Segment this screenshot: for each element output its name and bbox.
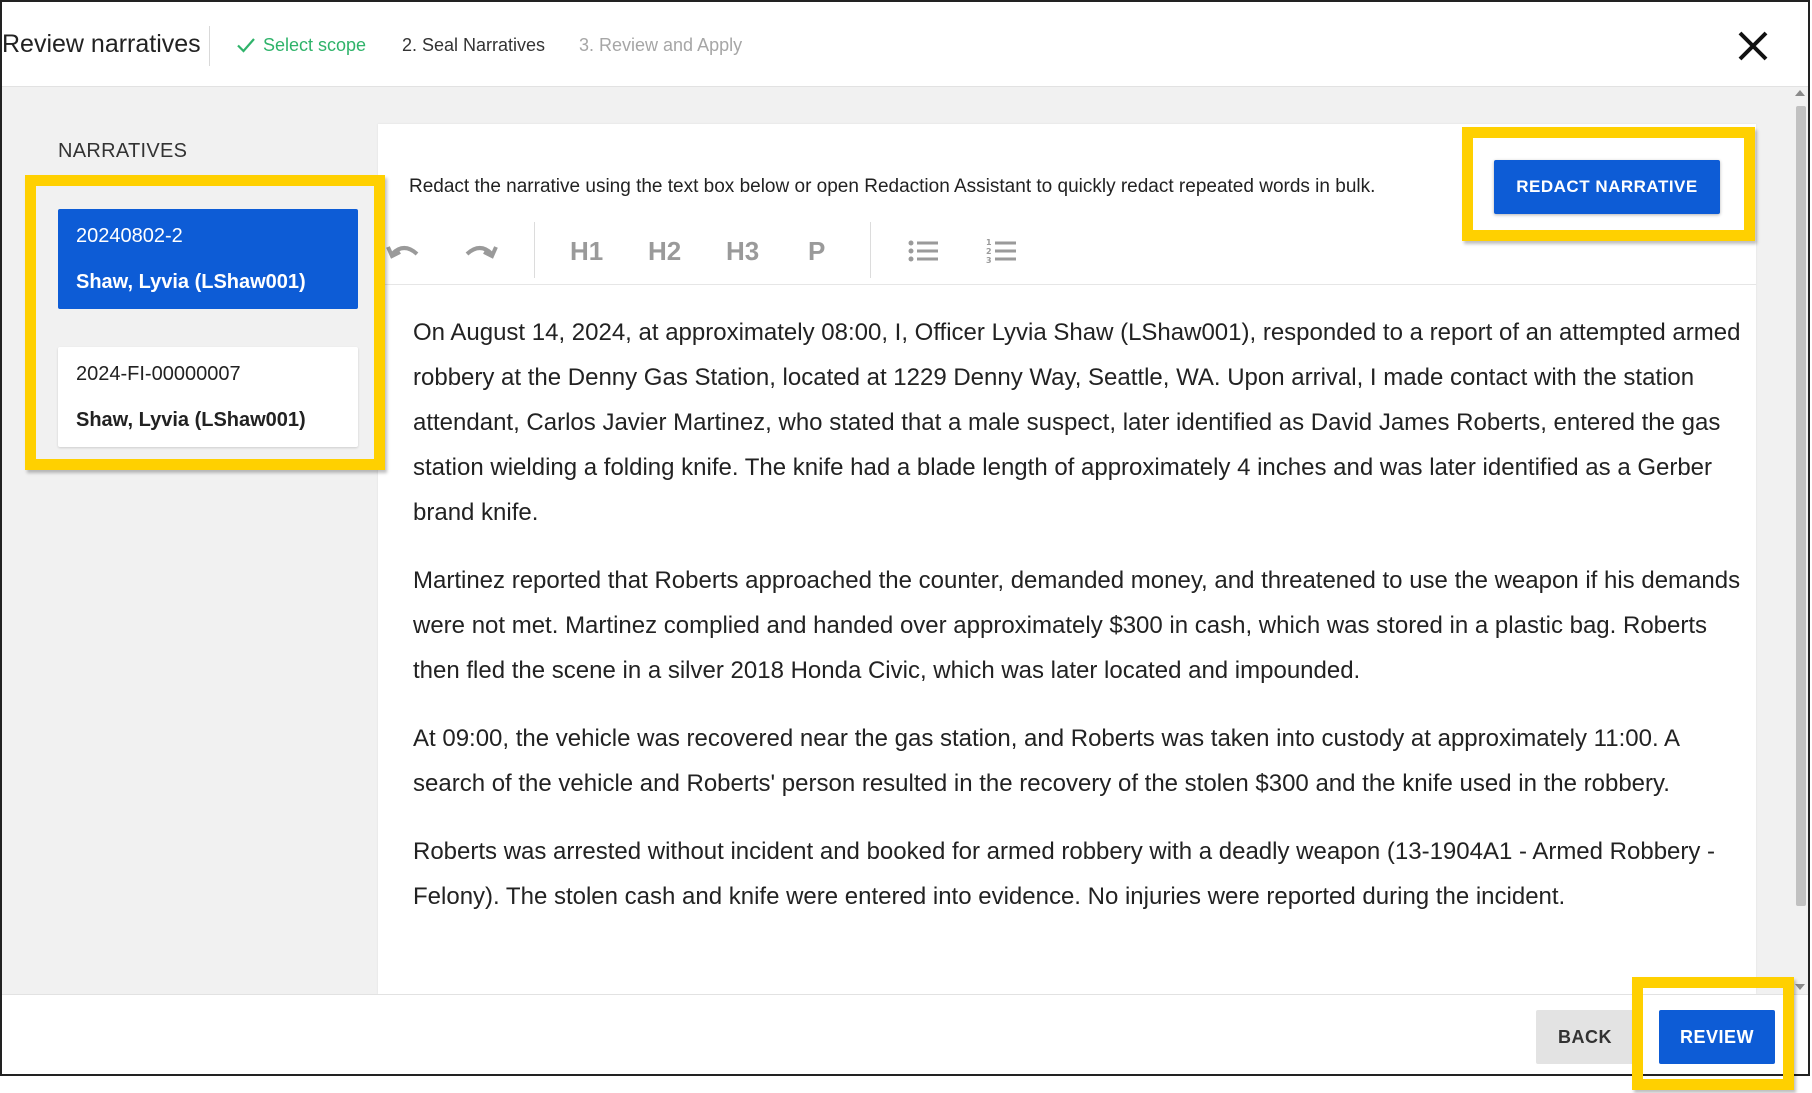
- redo-icon: [465, 246, 498, 259]
- step-seal-narratives: 2. Seal Narratives: [402, 35, 546, 55]
- vertical-scrollbar[interactable]: [1792, 88, 1808, 992]
- narrative-card-selected[interactable]: 20240802-2 Shaw, Lyvia (LShaw001): [58, 209, 358, 309]
- checkmark-icon: [237, 38, 255, 53]
- scroll-up-arrow-icon[interactable]: [1795, 90, 1805, 96]
- narrative-paragraph: Martinez reported that Roberts approache…: [413, 567, 1741, 684]
- scroll-thumb[interactable]: [1796, 106, 1806, 906]
- narrative-author: Shaw, Lyvia (LShaw001): [76, 409, 306, 431]
- narrative-author: Shaw, Lyvia (LShaw001): [76, 271, 306, 293]
- svg-text:1: 1: [986, 238, 992, 247]
- toolbar-divider: [870, 222, 871, 278]
- undo-icon: [386, 246, 419, 259]
- editor-toolbar: H1 H2 H3 P 123: [378, 218, 1756, 285]
- heading1-button[interactable]: H1: [570, 234, 603, 268]
- narrative-paragraph: At 09:00, the vehicle was recovered near…: [413, 725, 1679, 797]
- review-button[interactable]: REVIEW: [1659, 1010, 1775, 1064]
- dialog-footer: BACK REVIEW: [2, 994, 1808, 1074]
- header-divider: [209, 26, 210, 66]
- step-label: Select scope: [263, 35, 367, 55]
- bulleted-list-icon: [908, 240, 938, 262]
- narrative-paragraph: Roberts was arrested without incident an…: [413, 838, 1716, 910]
- narratives-heading: NARRATIVES: [58, 140, 188, 162]
- back-button[interactable]: BACK: [1536, 1010, 1634, 1064]
- svg-text:3: 3: [986, 256, 992, 265]
- undo-button[interactable]: [386, 234, 422, 268]
- narrative-id: 2024-FI-00000007: [76, 363, 241, 385]
- heading2-button[interactable]: H2: [648, 234, 681, 268]
- numbered-list-button[interactable]: 123: [986, 234, 1018, 268]
- step-select-scope[interactable]: Select scope: [237, 35, 366, 56]
- narrative-card[interactable]: 2024-FI-00000007 Shaw, Lyvia (LShaw001): [58, 347, 358, 447]
- scroll-down-arrow-icon[interactable]: [1795, 984, 1805, 990]
- narrative-text-editor[interactable]: On August 14, 2024, at approximately 08:…: [413, 310, 1743, 942]
- redact-narrative-button[interactable]: REDACT NARRATIVE: [1494, 160, 1720, 214]
- numbered-list-icon: 123: [986, 238, 1016, 265]
- paragraph-button[interactable]: P: [808, 234, 825, 268]
- redaction-instruction: Redact the narrative using the text box …: [409, 176, 1376, 197]
- heading3-button[interactable]: H3: [726, 234, 759, 268]
- close-icon: [1738, 31, 1768, 61]
- svg-text:2: 2: [986, 247, 992, 256]
- page-title: Review narratives: [2, 30, 201, 58]
- bulleted-list-button[interactable]: [908, 234, 940, 268]
- toolbar-divider: [534, 222, 535, 278]
- review-narratives-dialog: Review narratives Select scope 2. Seal N…: [0, 0, 1810, 1076]
- redo-button[interactable]: [462, 234, 498, 268]
- dialog-header: Review narratives Select scope 2. Seal N…: [2, 2, 1808, 87]
- step-review-and-apply: 3. Review and Apply: [579, 35, 743, 55]
- narrative-id: 20240802-2: [76, 225, 183, 247]
- narrative-editor: Redact the narrative using the text box …: [378, 124, 1756, 994]
- narrative-paragraph: On August 14, 2024, at approximately 08:…: [413, 319, 1741, 526]
- close-button[interactable]: [1735, 28, 1771, 64]
